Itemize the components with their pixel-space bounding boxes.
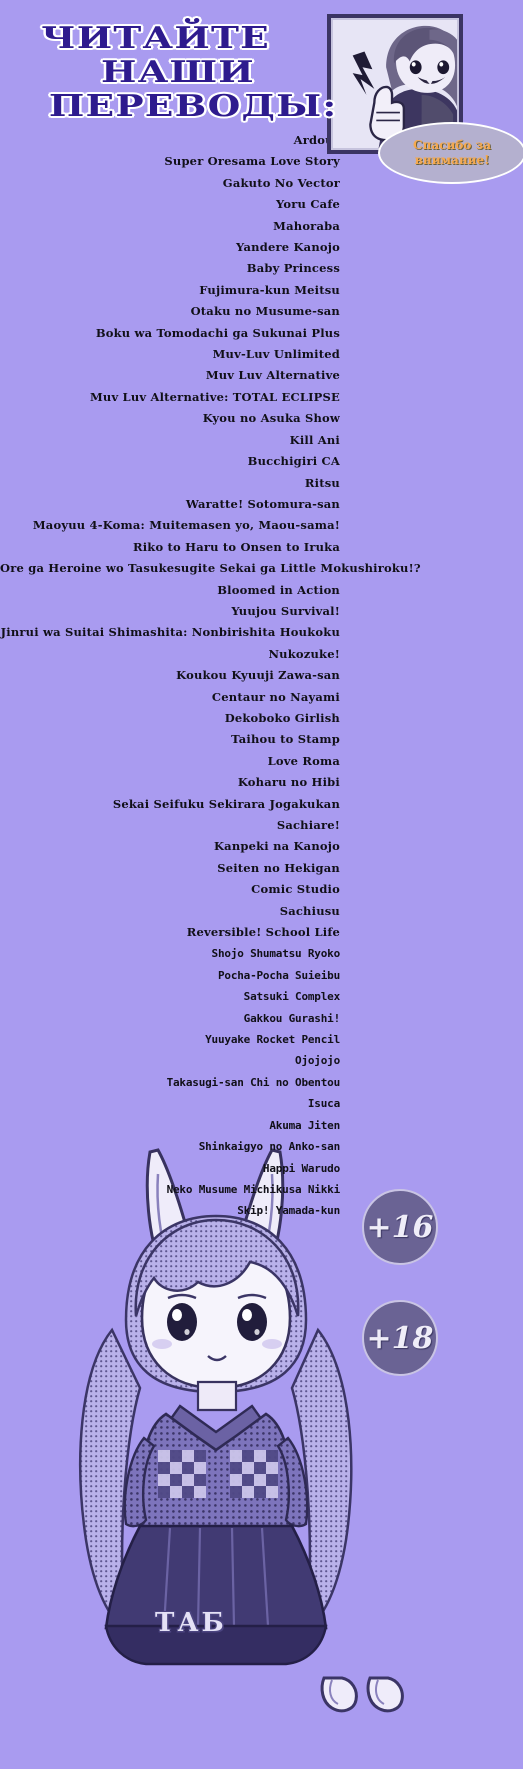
translation-title-item: Ardour — [293, 133, 340, 147]
page-title-line-1: ЧИТАЙТЕ — [40, 20, 271, 57]
translation-title-item: Love Roma — [267, 753, 340, 768]
thanks-bubble-line-2: внимание! — [414, 153, 490, 167]
translation-title-item: Sachiusu — [279, 903, 340, 918]
translation-title-item: Neko Musume Michikusa Nikki — [166, 1182, 341, 1196]
translation-title-item: Koharu no Hibi — [237, 775, 340, 790]
translation-title-item: Happi Warudo — [262, 1161, 340, 1175]
translation-titles-list: Ardour Super Oresama Love Story Gakuto No … — [0, 130, 421, 1222]
translation-title-item: Maoyuu 4-Koma: Muitemasen yo, Maou-sama! — [32, 518, 340, 533]
translation-title-item: Boku wa Tomodachi ga Sukunai Plus — [95, 325, 340, 340]
page-title-line-3: ПЕРЕВОДЫ: — [47, 88, 338, 125]
age-badge-16: +16 — [362, 1189, 438, 1265]
translation-title-item: Nukozuke! — [268, 646, 340, 661]
translation-title-item: Gakuto No Vector — [222, 175, 340, 190]
page-root: ЧИТАЙТЕ НАШИ ПЕРЕВОДЫ: Спасибо за вниман… — [0, 0, 523, 1769]
translation-title-item: Otaku no Musume-san — [190, 304, 340, 319]
translation-title-item: Isuca — [307, 1097, 340, 1111]
translation-title-item: Super Oresama Love Story — [164, 154, 340, 169]
translation-title-item: Gakkou Gurashi! — [243, 1011, 341, 1025]
translation-title-item: Mahoraba — [273, 218, 340, 233]
translation-title-item: Skip! Yamada-kun — [237, 1204, 340, 1218]
translation-title-item: Sekai Seifuku Sekirara Jogakukan — [112, 796, 340, 811]
translation-title-item: Taihou to Stamp — [231, 732, 340, 747]
age-badge-18: +18 — [362, 1300, 438, 1376]
translation-title-item: Yoru Cafe — [276, 197, 340, 212]
translation-title-item: Koukou Kyuuji Zawa-san — [176, 668, 340, 683]
translation-title-item: Dekoboko Girlish — [224, 710, 340, 725]
translation-title-item: Yuuyake Rocket Pencil — [205, 1033, 340, 1047]
translation-title-item: Ritsu — [304, 475, 340, 490]
translation-title-item: Waratte! Sotomura-san — [185, 496, 340, 511]
watermark-text: ТАБ — [155, 1608, 227, 1638]
translation-title-item: Comic Studio — [251, 882, 340, 897]
translation-title-item: Bloomed in Action — [217, 582, 340, 597]
translation-title-item: Yandere Kanojo — [236, 240, 340, 255]
thanks-bubble: Спасибо за внимание! — [378, 122, 523, 184]
translation-title-item: Sachiare! — [276, 818, 340, 832]
page-title-line-2: НАШИ — [99, 54, 255, 91]
translation-title-item: Kyou no Asuka Show — [202, 411, 340, 426]
shoes-icon — [320, 1676, 404, 1713]
translation-title-item: Pocha-Pocha Suieibu — [217, 968, 340, 982]
thanks-bubble-line-1: Спасибо за — [413, 138, 491, 152]
translation-title-item: Shinkaigyo no Anko-san — [198, 1140, 340, 1154]
translation-title-item: Reversible! School Life — [186, 925, 340, 940]
translation-title-item: Centaur no Nayami — [211, 689, 340, 704]
translation-title-item: Kanpeki na Kanojo — [213, 839, 340, 854]
translation-title-item: Muv Luv Alternative — [205, 368, 340, 383]
translation-title-item: Jinrui wa Suitai Shimashita: Nonbirishit… — [0, 625, 340, 640]
translation-title-item: Kill Ani — [289, 432, 340, 447]
translation-title-item: Bucchigiri CA — [247, 454, 340, 469]
translation-title-item: Shojo Shumatsu Ryoko — [211, 947, 341, 961]
age-badge-16-label: +16 — [366, 1209, 434, 1245]
translation-title-item: Fujimura-kun Meitsu — [199, 282, 340, 297]
translation-title-item: Riko to Haru to Onsen to Iruka — [132, 539, 340, 554]
translation-title-item: Ojojojo — [295, 1054, 340, 1068]
age-badge-18-label: +18 — [366, 1320, 434, 1356]
translation-title-item: Baby Princess — [246, 261, 340, 276]
translation-title-item: Takasugi-san Chi no Obentou — [166, 1075, 341, 1089]
translation-title-item: Akuma Jiten — [269, 1118, 340, 1132]
translation-title-item: Seiten no Hekigan — [217, 860, 340, 875]
translation-title-item: Muv-Luv Unlimited — [212, 347, 340, 362]
translation-title-item: Yuujou Survival! — [231, 603, 340, 618]
translation-title-item: Ore ga Heroine wo Tasukesugite Sekai ga … — [0, 561, 421, 576]
translation-title-item: Muv Luv Alternative: TOTAL ECLIPSE — [89, 389, 340, 404]
translation-title-item: Satsuki Complex — [243, 990, 341, 1004]
page-title: ЧИТАЙТЕ НАШИ ПЕРЕВОДЫ: — [0, 20, 345, 125]
chibi-feet — [318, 1672, 408, 1722]
